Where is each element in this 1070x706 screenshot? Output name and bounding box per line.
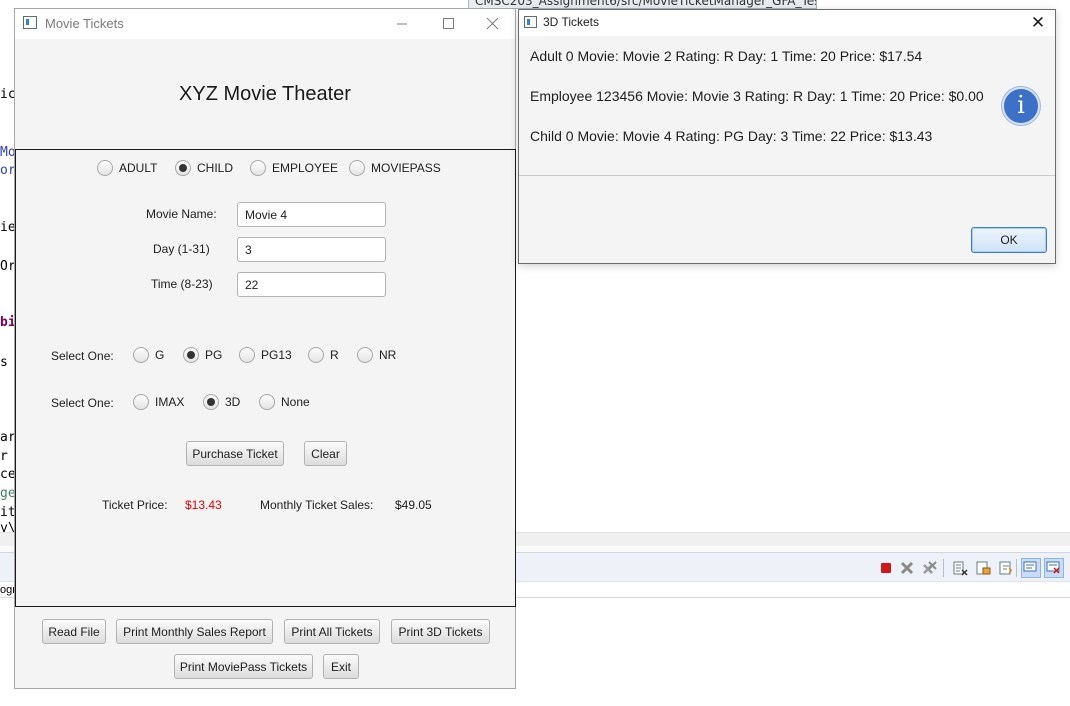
exit-button[interactable]: Exit [323,654,359,679]
purchase-ticket-button[interactable]: Purchase Ticket [186,441,284,466]
movie-name-input[interactable] [237,202,386,227]
close-icon: ✕ [1030,13,1046,33]
radio-format-3d[interactable]: 3D [203,394,240,410]
radio-rating-pg[interactable]: PG [183,347,222,363]
radio-circle-icon [250,160,266,176]
ok-button[interactable]: OK [971,227,1047,253]
remove-launch-icon[interactable] [899,560,915,576]
radio-rating-g[interactable]: G [133,347,164,363]
code-fragment: ogr [0,584,15,596]
code-fragment: s [0,355,8,370]
code-fragment: bi [0,315,15,330]
code-fragment: or [0,163,15,178]
day-input[interactable] [237,237,386,262]
minimize-button[interactable] [379,9,425,39]
3d-tickets-dialog: 3D Tickets ✕ Adult 0 Movie: Movie 2 Rati… [518,9,1056,264]
show-console-on-error-icon[interactable] [1044,558,1064,578]
close-button[interactable] [470,9,516,39]
code-fragment: it [0,505,15,520]
day-label: Day (1-31) [153,242,210,256]
window-title: Movie Tickets [45,16,124,31]
radio-circle-icon [133,347,149,363]
time-label: Time (8-23) [151,277,213,291]
information-icon: i [1002,87,1040,125]
remove-all-launches-icon[interactable] [922,560,938,576]
monthly-sales-value: $49.05 [395,498,432,512]
ide-console-toolbar [516,555,1070,581]
radio-moviepass[interactable]: MOVIEPASS [349,160,441,176]
radio-circle-icon [183,347,199,363]
ide-editor-tab[interactable]: CMSC203_Assignment6/src/MovieTicketManag… [468,0,817,9]
time-input[interactable] [237,272,386,297]
dialog-ticket-line: Employee 123456 Movie: Movie 3 Rating: R… [530,88,984,104]
terminate-icon[interactable] [878,560,894,576]
ticket-price-value: $13.43 [185,498,222,512]
radio-circle-icon [349,160,365,176]
ticket-form-panel: ADULT CHILD EMPLOYEE MOVIEPASS Movie Nam… [15,149,516,607]
movie-tickets-window: Movie Tickets XYZ Movie Theater ADULT CH… [14,8,516,689]
clear-console-icon[interactable] [952,560,968,576]
rating-select-label: Select One: [51,349,114,363]
radio-circle-icon [259,394,275,410]
code-fragment: ie [0,220,15,235]
radio-circle-icon [133,394,149,410]
java-app-icon [23,16,37,29]
radio-format-imax[interactable]: IMAX [133,394,184,410]
read-file-button[interactable]: Read File [42,619,106,644]
radio-circle-icon [239,347,255,363]
radio-circle-icon [97,160,113,176]
radio-circle-icon [175,160,191,176]
radio-rating-pg13[interactable]: PG13 [239,347,292,363]
java-app-icon [524,16,537,28]
code-fragment: ge [0,486,15,501]
radio-circle-icon [357,347,373,363]
radio-rating-r[interactable]: R [308,347,339,363]
close-icon [486,17,499,30]
dialog-ticket-line: Child 0 Movie: Movie 4 Rating: PG Day: 3… [530,128,933,144]
code-fragment: Or [0,259,15,274]
radio-circle-icon [308,347,324,363]
print-all-tickets-button[interactable]: Print All Tickets [284,619,380,644]
dialog-close-button[interactable]: ✕ [1027,12,1049,34]
word-wrap-icon[interactable] [998,560,1014,576]
ticket-price-label: Ticket Price: [102,498,168,512]
dialog-ticket-line: Adult 0 Movie: Movie 2 Rating: R Day: 1 … [530,48,923,64]
dialog-divider [519,175,1055,176]
minimize-icon [397,23,407,25]
clear-button[interactable]: Clear [304,441,347,466]
dialog-titlebar[interactable]: 3D Tickets ✕ [519,10,1055,36]
ide-editor-tab-label: CMSC203_Assignment6/src/MovieTicketManag… [475,0,817,8]
radio-adult[interactable]: ADULT [97,160,157,176]
print-moviepass-tickets-button[interactable]: Print MoviePass Tickets [174,654,313,679]
theater-heading: XYZ Movie Theater [179,83,351,105]
dialog-title: 3D Tickets [543,15,600,29]
print-3d-tickets-button[interactable]: Print 3D Tickets [391,619,490,644]
code-fragment: r [0,449,8,464]
movie-name-label: Movie Name: [146,207,217,221]
code-fragment: Mo [0,145,15,160]
radio-rating-nr[interactable]: NR [357,347,396,363]
monthly-sales-label: Monthly Ticket Sales: [260,498,374,512]
code-fragment: ic [0,87,15,102]
print-monthly-sales-report-button[interactable]: Print Monthly Sales Report [116,619,273,644]
maximize-icon [443,18,454,29]
code-fragment: ce [0,467,15,482]
window-titlebar[interactable]: Movie Tickets [15,9,515,39]
radio-circle-icon [203,394,219,410]
radio-employee[interactable]: EMPLOYEE [250,160,338,176]
show-console-on-output-icon[interactable] [1021,558,1041,578]
radio-format-none[interactable]: None [259,394,310,410]
code-fragment: ar [0,430,15,445]
format-select-label: Select One: [51,396,114,410]
scroll-lock-icon[interactable] [975,560,991,576]
maximize-button[interactable] [425,9,471,39]
radio-child[interactable]: CHILD [175,160,233,176]
